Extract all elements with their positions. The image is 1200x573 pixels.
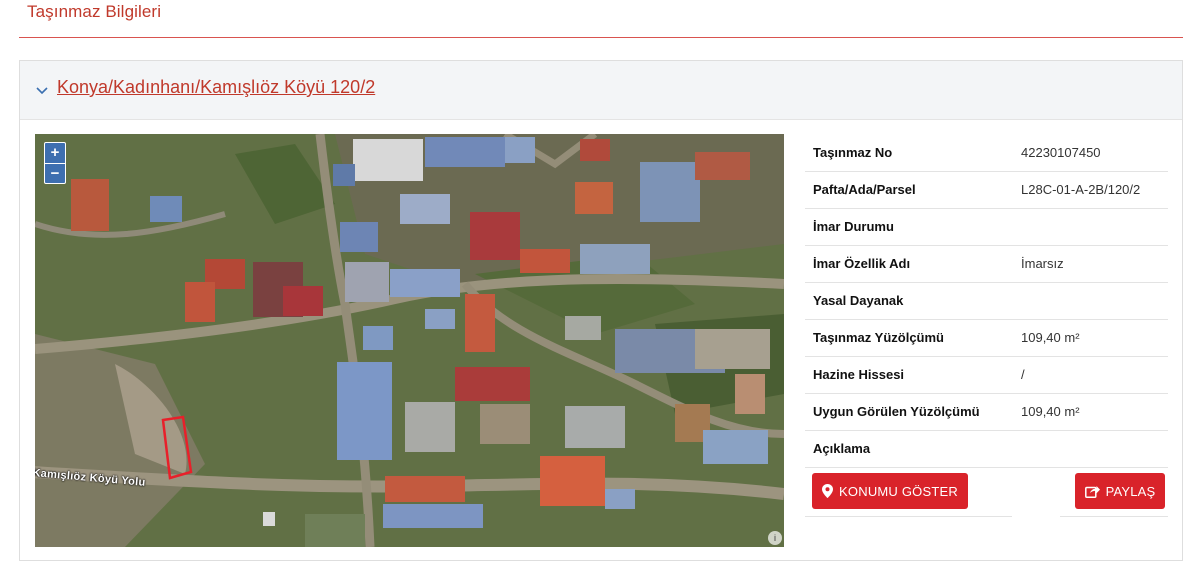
detail-label: Uygun Görülen Yüzölçümü — [805, 393, 1013, 431]
attribution-icon[interactable]: i — [768, 531, 782, 545]
row-divider — [1060, 516, 1168, 517]
title-divider — [19, 37, 1183, 38]
row-divider — [805, 516, 1012, 517]
share-label: PAYLAŞ — [1105, 483, 1156, 499]
detail-label: İmar Özellik Adı — [805, 245, 1013, 283]
detail-row: Taşınmaz No 42230107450 — [805, 134, 1168, 172]
show-location-label: KONUMU GÖSTER — [839, 483, 958, 499]
detail-value: L28C-01-A-2B/120/2 — [1013, 171, 1168, 209]
map-imagery — [35, 134, 784, 547]
page-title: Taşınmaz Bilgileri — [27, 2, 162, 21]
parcel-details-table: Taşınmaz No 42230107450 Pafta/Ada/Parsel L2… — [805, 134, 1168, 468]
chevron-down-icon[interactable] — [35, 83, 49, 97]
detail-label: Taşınmaz No — [805, 134, 1013, 172]
detail-label: Açıklama — [805, 430, 1013, 468]
show-location-button[interactable]: KONUMU GÖSTER — [812, 473, 968, 509]
detail-label: Hazine Hissesi — [805, 356, 1013, 394]
panel-header[interactable]: Konya/Kadınhanı/Kamışlıöz Köyü 120/2 — [20, 61, 1182, 120]
detail-value — [1013, 282, 1168, 320]
zoom-in-button[interactable]: + — [45, 143, 65, 163]
detail-row: Uygun Görülen Yüzölçümü 109,40 m² — [805, 393, 1168, 431]
detail-value: 109,40 m² — [1013, 393, 1168, 431]
detail-row: Pafta/Ada/Parsel L28C-01-A-2B/120/2 — [805, 171, 1168, 209]
action-buttons: KONUMU GÖSTER PAYLAŞ — [805, 466, 1168, 517]
detail-value: 109,40 m² — [1013, 319, 1168, 357]
zoom-out-button[interactable]: − — [45, 163, 65, 183]
detail-label: Yasal Dayanak — [805, 282, 1013, 320]
detail-row: Hazine Hissesi / — [805, 356, 1168, 394]
detail-value: 42230107450 — [1013, 134, 1168, 172]
parcel-title-link[interactable]: Konya/Kadınhanı/Kamışlıöz Köyü 120/2 — [57, 77, 375, 98]
detail-value — [1013, 430, 1168, 468]
detail-value: / — [1013, 356, 1168, 394]
satellite-map[interactable]: + − Kamışlıöz Köyü Yolu i — [35, 134, 784, 547]
detail-row: Taşınmaz Yüzölçümü 109,40 m² — [805, 319, 1168, 357]
detail-label: Pafta/Ada/Parsel — [805, 171, 1013, 209]
detail-row: İmar Özellik Adı İmarsız — [805, 245, 1168, 283]
detail-row: İmar Durumu — [805, 208, 1168, 246]
detail-value — [1013, 208, 1168, 246]
detail-label: İmar Durumu — [805, 208, 1013, 246]
share-button[interactable]: PAYLAŞ — [1075, 473, 1165, 509]
detail-row: Yasal Dayanak — [805, 282, 1168, 320]
share-icon — [1084, 485, 1100, 498]
zoom-control: + − — [44, 142, 66, 184]
map-marker-icon — [822, 484, 834, 498]
detail-value: İmarsız — [1013, 245, 1168, 283]
parcel-panel: Konya/Kadınhanı/Kamışlıöz Köyü 120/2 + −… — [19, 60, 1183, 561]
detail-label: Taşınmaz Yüzölçümü — [805, 319, 1013, 357]
detail-row: Açıklama — [805, 430, 1168, 468]
